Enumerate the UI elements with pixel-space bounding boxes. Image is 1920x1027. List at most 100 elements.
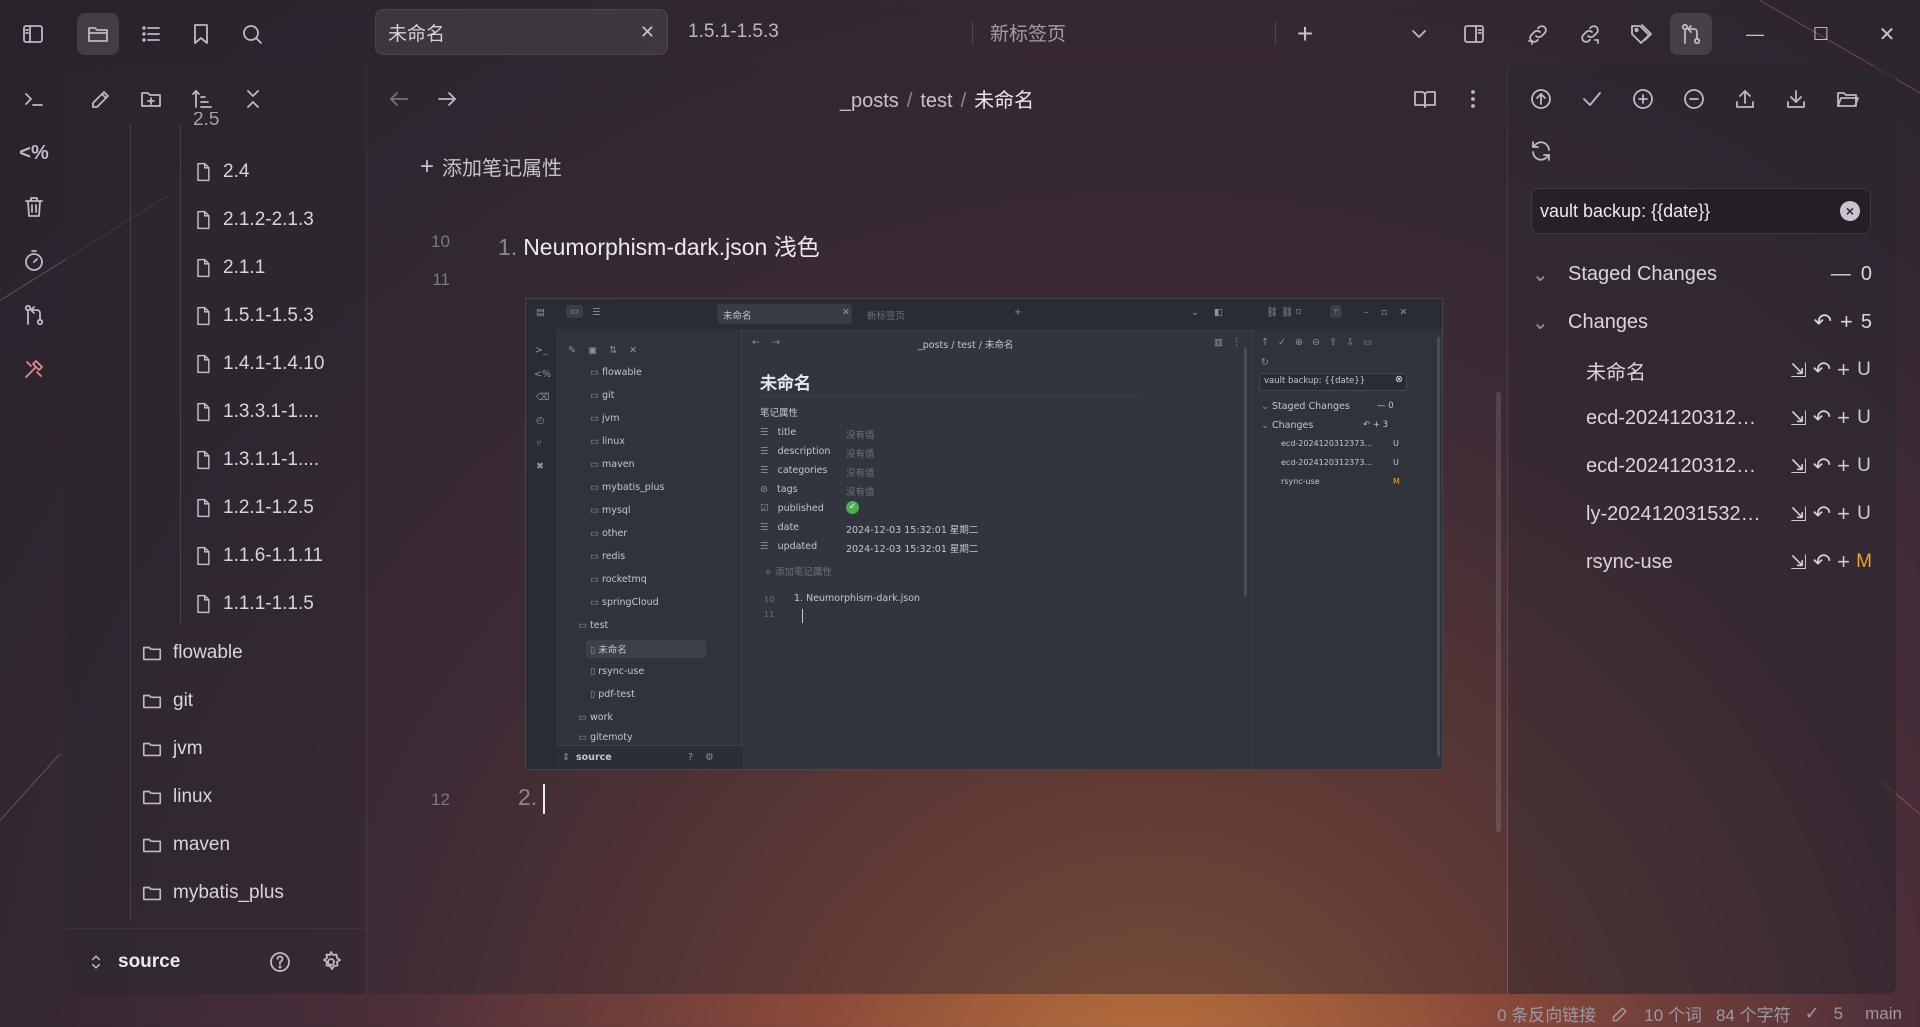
tree-file[interactable]: 2.5 [193, 112, 219, 128]
folder-icon [141, 834, 163, 856]
tree-file[interactable]: 1.1.1-1.1.5 [193, 589, 314, 619]
tab-untitled[interactable]: 未命名 ✕ [375, 9, 668, 55]
download-icon[interactable] [1778, 81, 1814, 117]
outline-icon[interactable] [130, 13, 172, 55]
breadcrumb-posts[interactable]: _posts [840, 90, 899, 112]
toggle-sidebar-icon[interactable] [12, 13, 54, 55]
tree-file[interactable]: 1.1.6-1.1.11 [193, 541, 323, 571]
tree-file[interactable]: 1.5.1-1.5.3 [193, 301, 314, 331]
help-icon[interactable] [268, 950, 292, 974]
discard-icon[interactable]: ↶ [1813, 501, 1831, 527]
edit-mode-icon[interactable] [1610, 1004, 1630, 1024]
changed-file[interactable]: ecd-202412031237... ⇲ ↶ + U [1586, 402, 1872, 434]
upload-icon[interactable] [1727, 81, 1763, 117]
open-file-icon[interactable]: ⇲ [1790, 550, 1807, 575]
settings-gear-icon[interactable] [319, 950, 343, 974]
stage-all-icon[interactable] [1625, 81, 1661, 117]
stage-icon[interactable]: + [1837, 549, 1850, 575]
add-property-button[interactable]: + 添加笔记属性 [420, 152, 562, 181]
reading-view-icon[interactable] [1404, 78, 1446, 120]
new-folder-icon[interactable] [130, 78, 172, 120]
refresh-icon[interactable] [1523, 133, 1559, 169]
git-branch[interactable]: main [1865, 1004, 1902, 1024]
tree-file[interactable]: 2.1.1 [193, 253, 265, 283]
stage-icon[interactable]: + [1837, 501, 1850, 527]
tree-file[interactable]: 1.3.3.1-1.... [193, 397, 319, 427]
discard-icon[interactable]: ↶ [1813, 357, 1831, 383]
maximize-button[interactable]: ☐ [1800, 13, 1842, 55]
tags-icon[interactable] [1620, 13, 1662, 55]
open-folder-icon[interactable] [1829, 81, 1865, 117]
tree-folder[interactable]: maven [141, 830, 230, 860]
git-icon[interactable] [13, 294, 55, 336]
tree-file[interactable]: 1.3.1.1-1.... [193, 445, 319, 475]
tree-file[interactable]: 1.4.1-1.4.10 [193, 349, 324, 379]
tab-list-chevron-icon[interactable] [1398, 13, 1440, 55]
changed-file[interactable]: ecd-202412031237... ⇲ ↶ + U [1586, 450, 1872, 482]
unstage-icon[interactable]: — [1831, 263, 1851, 286]
sync-check-icon[interactable]: ✓ [1805, 1003, 1820, 1024]
open-file-icon[interactable]: ⇲ [1790, 454, 1807, 479]
vault-switch-chevron-icon[interactable] [86, 952, 106, 972]
sync-count: 5 [1833, 1003, 1844, 1023]
discard-all-icon[interactable]: ↶ [1814, 309, 1832, 335]
commit-check-icon[interactable] [1574, 81, 1610, 117]
open-file-icon[interactable]: ⇲ [1790, 358, 1807, 383]
editor-scrollbar[interactable] [1496, 392, 1501, 832]
discard-icon[interactable]: ↶ [1813, 405, 1831, 431]
more-options-icon[interactable] [1452, 78, 1494, 120]
collapse-all-icon[interactable] [232, 78, 274, 120]
embedded-line-num: 11 [764, 610, 775, 619]
open-file-icon[interactable]: ⇲ [1790, 502, 1807, 527]
list-item-1[interactable]: 1. Neumorphism-dark.json 浅色 [498, 228, 820, 262]
unstage-all-icon[interactable] [1676, 81, 1712, 117]
new-note-icon[interactable] [80, 78, 122, 120]
backlinks-icon[interactable] [1517, 13, 1559, 55]
tree-folder[interactable]: git [141, 686, 193, 716]
discard-icon[interactable]: ↶ [1813, 453, 1831, 479]
git-source-control-icon[interactable] [1670, 13, 1712, 55]
stage-icon[interactable]: + [1837, 357, 1850, 383]
changed-file[interactable]: ly-2024120315322... ⇲ ↶ + U [1586, 498, 1872, 530]
staged-changes-header[interactable]: ⌄ Staged Changes — 0 [1532, 258, 1872, 290]
minimize-button[interactable]: — [1734, 13, 1776, 55]
toggle-right-sidebar-icon[interactable] [1453, 13, 1495, 55]
tree-file[interactable]: 1.2.1-1.2.5 [193, 493, 314, 523]
file-icon [193, 306, 213, 326]
changed-file[interactable]: 未命名 ⇲ ↶ + U [1586, 354, 1872, 386]
clear-input-icon[interactable]: × [1840, 201, 1860, 221]
bookmark-icon[interactable] [180, 13, 222, 55]
search-icon[interactable] [231, 13, 273, 55]
style-settings-icon[interactable] [13, 348, 55, 390]
vault-name[interactable]: source [118, 951, 180, 973]
push-icon[interactable] [1523, 81, 1559, 117]
open-file-icon[interactable]: ⇲ [1790, 406, 1807, 431]
stage-all-plus-icon[interactable]: + [1840, 309, 1853, 335]
tree-folder[interactable]: mybatis_plus [141, 878, 284, 908]
stage-icon[interactable]: + [1837, 453, 1850, 479]
trash-icon[interactable] [13, 186, 55, 228]
backlinks-count[interactable]: 0 条反向链接 [1497, 1001, 1596, 1026]
stage-icon[interactable]: + [1837, 405, 1850, 431]
tree-folder[interactable]: jvm [141, 734, 203, 764]
tree-folder[interactable]: flowable [141, 638, 243, 668]
tree-folder[interactable]: linux [141, 782, 212, 812]
terminal-icon[interactable] [13, 78, 55, 120]
tab-version[interactable]: 1.5.1-1.5.3 [688, 9, 779, 55]
timer-icon[interactable] [13, 240, 55, 282]
close-window-button[interactable]: ✕ [1866, 13, 1908, 55]
commit-message-input[interactable]: vault backup: {{date}} × [1531, 188, 1871, 234]
new-tab-button[interactable]: + [1284, 13, 1326, 55]
tab-new[interactable]: 新标签页 [990, 9, 1066, 55]
tree-file[interactable]: 2.4 [193, 157, 249, 187]
changes-header[interactable]: ⌄ Changes ↶ + 5 [1532, 306, 1872, 338]
breadcrumb-test[interactable]: test [920, 90, 952, 112]
templater-icon[interactable]: <% [13, 132, 55, 174]
tree-file[interactable]: 2.1.2-2.1.3 [193, 205, 314, 235]
files-icon[interactable] [77, 13, 119, 55]
close-tab-icon[interactable]: ✕ [640, 22, 655, 43]
changed-file[interactable]: rsync-use ⇲ ↶ + M [1586, 546, 1872, 578]
outgoing-links-icon[interactable] [1569, 13, 1611, 55]
discard-icon[interactable]: ↶ [1813, 549, 1831, 575]
list-item-2[interactable]: 2. [518, 784, 546, 814]
